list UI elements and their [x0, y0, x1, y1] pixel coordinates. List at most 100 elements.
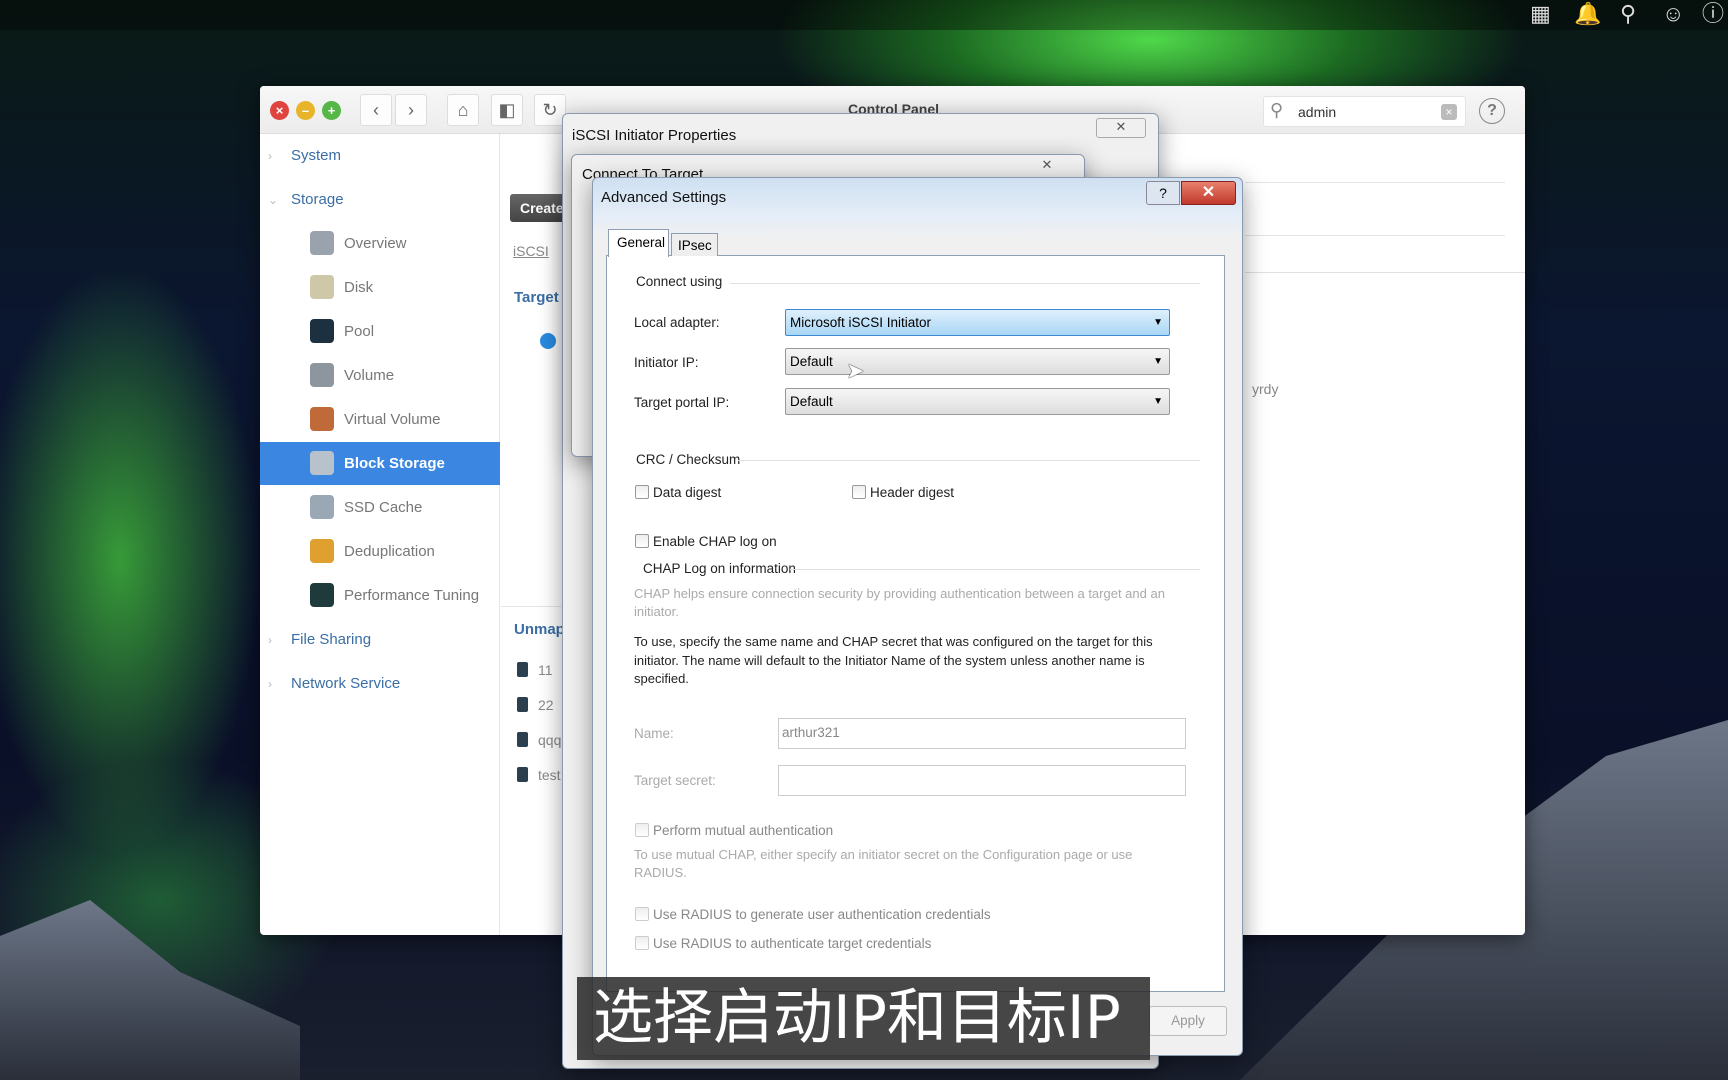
dropdown-arrow-icon: ▼	[1153, 317, 1163, 328]
divider	[501, 606, 561, 607]
close-icon[interactable]: ×	[270, 101, 289, 120]
sidebar-section-storage[interactable]: Storage	[291, 191, 344, 208]
lun-icon	[517, 767, 528, 782]
sidebar-item-deduplication[interactable]: Deduplication	[260, 530, 500, 573]
enable-chap-label: Enable CHAP log on	[653, 534, 777, 549]
help-icon[interactable]: ⓘ	[1702, 2, 1724, 26]
sidebar-section-network-service[interactable]: Network Service	[291, 675, 400, 692]
initiator-ip-label: Initiator IP:	[634, 355, 699, 370]
lun-name: 22	[538, 697, 554, 713]
radius-generate-checkbox[interactable]	[635, 907, 649, 921]
lun-name: test	[538, 767, 561, 783]
divider	[738, 460, 1200, 461]
pool-icon	[310, 319, 334, 343]
radius-generate-label: Use RADIUS to generate user authenticati…	[653, 907, 991, 922]
help-button[interactable]: ?	[1479, 98, 1505, 124]
divider	[1245, 235, 1505, 236]
close-button[interactable]: ✕	[1096, 118, 1146, 138]
target-portal-ip-label: Target portal IP:	[634, 395, 730, 410]
target-heading: Target	[514, 289, 559, 306]
clear-icon[interactable]: ×	[1441, 104, 1457, 120]
lun-icon	[517, 697, 528, 712]
label: Network Service	[291, 675, 401, 692]
group-chap-info: CHAP Log on information	[643, 561, 796, 576]
top-bar: ▦ 🔔 ⚲ ☺ ⓘ	[0, 0, 1728, 30]
chevron-right-icon: ›	[268, 677, 272, 691]
divider	[1245, 272, 1525, 273]
chevron-right-icon: ›	[268, 149, 272, 163]
radius-authenticate-checkbox[interactable]	[635, 936, 649, 950]
sidebar-item-ssd-cache[interactable]: SSD Cache	[260, 486, 500, 529]
sidebar-item-label: Performance Tuning	[344, 587, 480, 604]
maximize-icon[interactable]: +	[322, 101, 341, 120]
sidebar-item-label: Virtual Volume	[344, 411, 441, 428]
home-button[interactable]: ⌂	[447, 94, 479, 126]
help-button[interactable]: ?	[1146, 181, 1180, 205]
lun-name: qqq	[538, 732, 562, 748]
deduplication-icon	[310, 539, 334, 563]
target-portal-ip-dropdown[interactable]: Default ▼	[785, 388, 1170, 415]
name-input[interactable]: arthur321	[778, 718, 1186, 749]
lun-icon	[517, 732, 528, 747]
lun-list-item[interactable]: 22	[517, 697, 554, 713]
ssd-cache-icon	[310, 495, 334, 519]
chevron-right-icon: ›	[268, 633, 272, 647]
sidebar-item-pool[interactable]: Pool	[260, 310, 500, 353]
sidebar-item-overview[interactable]: Overview	[260, 222, 500, 265]
chap-help-text: CHAP helps ensure connection security by…	[634, 586, 1165, 619]
selected-value: Microsoft iSCSI Initiator	[790, 315, 932, 330]
video-subtitle: 选择启动IP和目标IP	[577, 977, 1150, 1060]
bell-icon[interactable]: 🔔	[1574, 2, 1601, 26]
mutual-help-text: To use mutual CHAP, either specify an in…	[634, 847, 1133, 880]
tab-general[interactable]: General	[608, 229, 669, 257]
mouse-cursor-icon: ➤	[846, 358, 865, 383]
sidebar-item-virtual-volume[interactable]: Virtual Volume	[260, 398, 500, 441]
dropdown-arrow-icon: ▼	[1153, 356, 1163, 367]
user-icon[interactable]: ☺	[1662, 2, 1684, 26]
tab-iscsi[interactable]: iSCSI	[513, 243, 549, 259]
search-icon[interactable]: ⚲	[1620, 2, 1636, 26]
sidebar-section-file-sharing[interactable]: File Sharing	[291, 631, 371, 648]
header-digest-checkbox[interactable]	[852, 485, 866, 499]
local-adapter-dropdown[interactable]: Microsoft iSCSI Initiator ▼	[785, 309, 1170, 336]
sidebar-item-label: Pool	[344, 323, 375, 340]
sidebar-toggle-button[interactable]: ◧	[491, 94, 523, 126]
close-button[interactable]: ✕	[1022, 157, 1072, 175]
volume-icon	[310, 363, 334, 387]
grid-icon[interactable]: ▦	[1530, 2, 1551, 26]
search-input[interactable]: ⚲ admin ×	[1263, 96, 1466, 127]
mutual-auth-label: Perform mutual authentication	[653, 823, 834, 838]
name-label: Name:	[634, 726, 674, 741]
sidebar-item-label: SSD Cache	[344, 499, 423, 516]
search-value: admin	[1298, 104, 1337, 120]
tab-ipsec[interactable]: IPsec	[671, 233, 718, 256]
lun-icon	[517, 662, 528, 677]
selected-value: Default	[790, 354, 833, 369]
lun-list-item[interactable]: test	[517, 767, 561, 783]
apply-button[interactable]: Apply	[1149, 1006, 1227, 1036]
block-storage-icon	[310, 451, 334, 475]
forward-button[interactable]: ›	[395, 94, 427, 126]
target-secret-input[interactable]	[778, 765, 1186, 796]
lun-list-item[interactable]: qqq	[517, 732, 561, 748]
lun-list-item[interactable]: 11	[517, 662, 553, 678]
sidebar-item-volume[interactable]: Volume	[260, 354, 500, 397]
sidebar-item-block-storage[interactable]: Block Storage	[260, 442, 500, 485]
close-button[interactable]: ✕	[1181, 181, 1236, 205]
performance-icon	[310, 583, 334, 607]
group-crc-checksum: CRC / Checksum	[636, 452, 741, 467]
sidebar-item-disk[interactable]: Disk	[260, 266, 500, 309]
sidebar-item-label: Block Storage	[344, 455, 445, 472]
mutual-auth-checkbox[interactable]	[635, 823, 649, 837]
dialog-title: Advanced Settings	[601, 189, 727, 206]
chevron-down-icon: ⌄	[268, 193, 279, 207]
sidebar-item-label: Deduplication	[344, 543, 435, 560]
sidebar-section-system[interactable]: System	[291, 147, 341, 164]
data-digest-checkbox[interactable]	[635, 485, 649, 499]
initiator-ip-dropdown[interactable]: Default ▼	[785, 348, 1170, 375]
minimize-icon[interactable]: –	[296, 101, 315, 120]
back-button[interactable]: ‹	[360, 94, 392, 126]
sidebar-item-performance-tuning[interactable]: Performance Tuning	[260, 574, 500, 617]
group-connect-using: Connect using	[636, 274, 723, 289]
enable-chap-checkbox[interactable]	[635, 534, 649, 548]
